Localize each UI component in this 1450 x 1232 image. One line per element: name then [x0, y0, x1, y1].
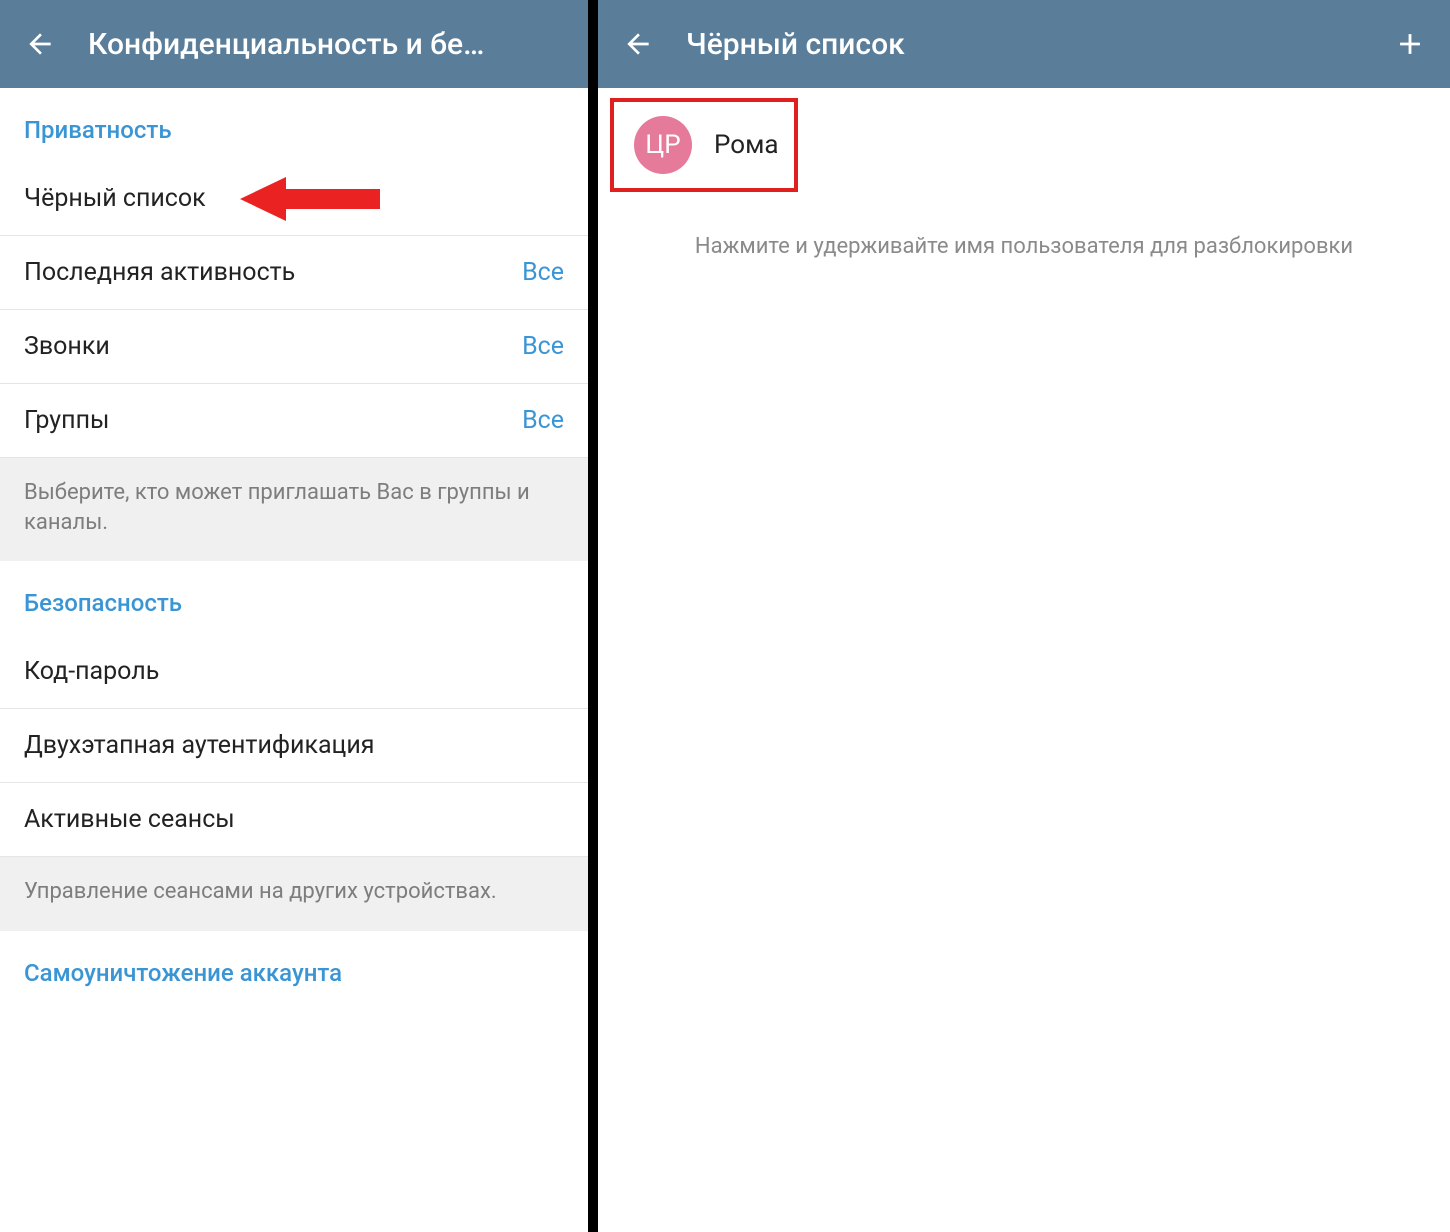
section-self-destruct-header: Самоуничтожение аккаунта [0, 931, 588, 1005]
blocked-user-row[interactable]: ЦР Рома [610, 98, 798, 192]
item-two-step[interactable]: Двухэтапная аутентификация [0, 709, 588, 783]
privacy-settings-screen: Конфиденциальность и бе… Приватность Чёр… [0, 0, 588, 1232]
plus-icon [1393, 27, 1427, 61]
privacy-hint-text: Выберите, кто может приглашать Вас в гру… [0, 458, 588, 561]
item-value: Все [522, 332, 564, 361]
item-groups[interactable]: Группы Все [0, 384, 588, 458]
item-label: Звонки [24, 332, 110, 361]
avatar: ЦР [634, 116, 692, 174]
back-button[interactable] [614, 20, 662, 68]
item-label: Активные сеансы [24, 805, 235, 834]
annotation-arrow-icon [240, 171, 380, 227]
header-bar: Чёрный список [598, 0, 1450, 88]
security-hint-text: Управление сеансами на других устройства… [0, 857, 588, 931]
item-label: Двухэтапная аутентификация [24, 731, 375, 760]
arrow-left-icon [24, 28, 56, 60]
item-last-seen[interactable]: Последняя активность Все [0, 236, 588, 310]
back-button[interactable] [16, 20, 64, 68]
item-label: Чёрный список [24, 184, 206, 213]
user-name: Рома [714, 130, 779, 160]
blocked-users-screen: Чёрный список ЦР Рома Нажмите и удержива… [598, 0, 1450, 1232]
item-active-sessions[interactable]: Активные сеансы [0, 783, 588, 857]
panel-divider [588, 0, 598, 1232]
item-blocked-users[interactable]: Чёрный список [0, 162, 588, 236]
item-label: Группы [24, 406, 109, 435]
header-bar: Конфиденциальность и бе… [0, 0, 588, 88]
item-value: Все [522, 258, 564, 287]
unblock-hint-text: Нажмите и удерживайте имя пользователя д… [598, 202, 1450, 263]
item-label: Код-пароль [24, 657, 159, 686]
arrow-left-icon [622, 28, 654, 60]
add-button[interactable] [1386, 20, 1434, 68]
item-passcode[interactable]: Код-пароль [0, 635, 588, 709]
item-calls[interactable]: Звонки Все [0, 310, 588, 384]
item-value: Все [522, 406, 564, 435]
item-label: Последняя активность [24, 258, 295, 287]
section-privacy-header: Приватность [0, 88, 588, 162]
page-title: Чёрный список [686, 27, 1386, 62]
section-security-header: Безопасность [0, 561, 588, 635]
page-title: Конфиденциальность и бе… [88, 27, 572, 62]
